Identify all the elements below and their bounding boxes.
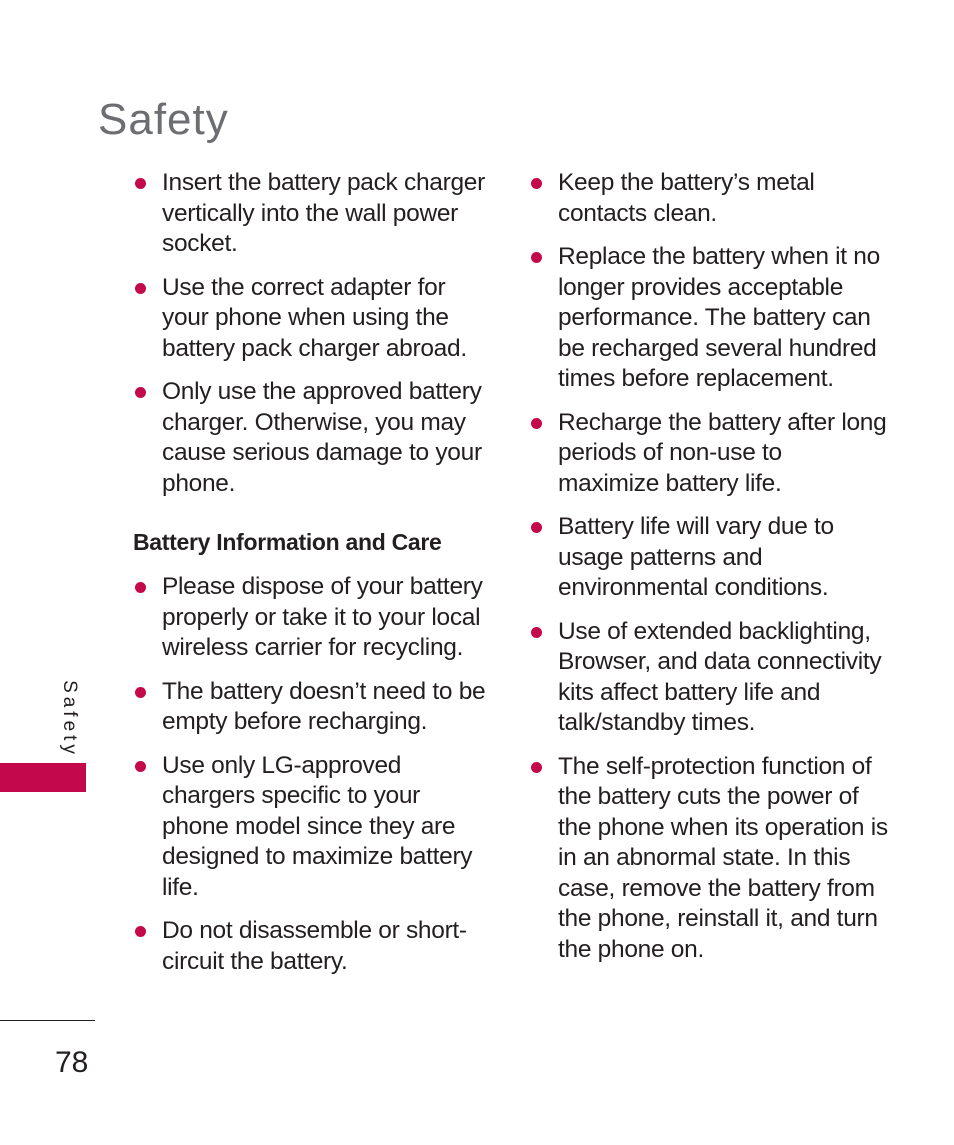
list-item-text: Please dispose of your battery properly … [162, 573, 483, 661]
list-item: The battery doesn’t need to be empty bef… [133, 677, 493, 738]
list-item: The self-protection function of the batt… [529, 752, 889, 966]
list-item-text: The battery doesn’t need to be empty bef… [162, 677, 486, 736]
list-item-text: Use only LG-approved chargers specific t… [162, 751, 473, 901]
list-item: Only use the approved battery charger. O… [133, 377, 493, 499]
bullet-icon [531, 761, 542, 773]
list-item-text: Insert the battery pack charger vertical… [162, 169, 485, 257]
list-item: Do not disassemble or short-circuit the … [133, 916, 493, 977]
list-item-text: Use the correct adapter for your phone w… [162, 273, 467, 362]
list-item: Recharge the battery after long periods … [529, 408, 889, 500]
bullet-list-charger: Insert the battery pack charger vertical… [133, 168, 493, 499]
list-item-text: The self-protection function of the batt… [558, 752, 888, 963]
bullet-icon [135, 178, 146, 189]
section-tab-marker [0, 763, 86, 792]
footer-divider [0, 1020, 95, 1021]
bullet-icon [135, 686, 146, 698]
bullet-icon [531, 417, 542, 429]
side-section-label: Safety [52, 680, 82, 758]
list-item-text: Recharge the battery after long periods … [558, 408, 887, 497]
list-item-text: Do not disassemble or short-circuit the … [162, 917, 467, 975]
bullet-icon [531, 178, 542, 189]
list-item: Battery life will vary due to usage patt… [529, 512, 889, 604]
bullet-list-battery-care: Please dispose of your battery properly … [133, 572, 493, 977]
list-item-text: Battery life will vary due to usage patt… [558, 513, 834, 601]
bullet-icon [531, 252, 542, 263]
bullet-icon [135, 926, 146, 937]
bullet-icon [135, 282, 146, 294]
list-item: Use of extended backlighting, Browser, a… [529, 617, 889, 739]
bullet-list-battery-care-continued: Keep the battery’s metal contacts clean.… [529, 168, 889, 965]
list-item: Use only LG-approved chargers specific t… [133, 751, 493, 904]
right-column: Keep the battery’s metal contacts clean.… [529, 168, 889, 978]
list-item-text: Use of extended backlighting, Browser, a… [558, 617, 882, 737]
left-column: Insert the battery pack charger vertical… [133, 168, 493, 990]
page-number: 78 [55, 1046, 89, 1079]
list-item-text: Replace the battery when it no longer pr… [558, 243, 880, 392]
list-item: Keep the battery’s metal contacts clean. [529, 168, 889, 229]
section-heading: Battery Information and Care [133, 529, 442, 555]
page-title: Safety [98, 95, 229, 145]
list-item: Replace the battery when it no longer pr… [529, 242, 889, 395]
list-item-text: Only use the approved battery charger. O… [162, 378, 482, 497]
list-item-text: Keep the battery’s metal contacts clean. [558, 169, 815, 227]
bullet-icon [531, 626, 542, 638]
side-section-label-text: Safety [58, 680, 80, 758]
bullet-icon [135, 582, 146, 593]
bullet-icon [531, 522, 542, 533]
list-item: Please dispose of your battery properly … [133, 572, 493, 664]
bullet-icon [135, 387, 146, 398]
bullet-icon [135, 760, 146, 772]
list-item: Insert the battery pack charger vertical… [133, 168, 493, 260]
list-item: Use the correct adapter for your phone w… [133, 273, 493, 365]
